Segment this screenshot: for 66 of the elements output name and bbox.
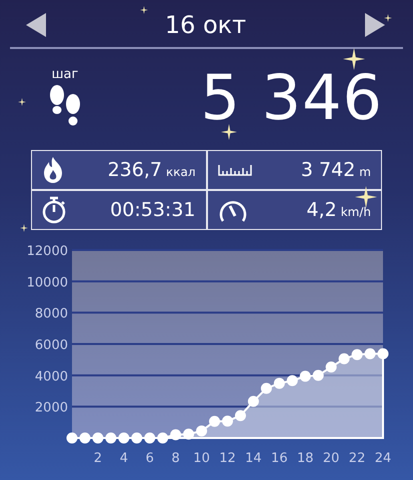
ruler-icon bbox=[218, 164, 252, 176]
data-point bbox=[248, 396, 259, 407]
data-point bbox=[105, 432, 116, 444]
data-point bbox=[274, 378, 285, 389]
sparkle-icon bbox=[384, 14, 392, 22]
x-axis-label: 12 bbox=[219, 451, 236, 466]
sparkle-icon bbox=[343, 48, 365, 70]
data-point bbox=[92, 432, 104, 444]
y-axis-label: 12000 bbox=[26, 244, 68, 259]
x-axis-label: 16 bbox=[271, 451, 288, 466]
data-point bbox=[352, 349, 363, 360]
steps-count: 5 346 bbox=[200, 66, 383, 129]
data-point bbox=[300, 370, 311, 382]
data-point bbox=[157, 432, 168, 444]
data-point bbox=[222, 416, 233, 427]
y-axis-label: 8000 bbox=[34, 306, 68, 322]
sparkle-icon bbox=[140, 6, 148, 14]
data-point bbox=[183, 428, 194, 440]
date-title: 16 окт bbox=[164, 10, 246, 39]
data-point bbox=[170, 429, 182, 440]
data-point bbox=[260, 382, 272, 394]
x-axis-label: 20 bbox=[322, 451, 340, 466]
stat-value: 00:53:31 bbox=[110, 199, 196, 221]
stat-unit: km/h bbox=[340, 205, 371, 219]
data-point bbox=[364, 348, 376, 360]
previous-arrow-icon[interactable] bbox=[26, 12, 46, 37]
steps-label: шаг bbox=[52, 67, 78, 82]
data-point bbox=[338, 353, 350, 364]
x-axis-label: 18 bbox=[296, 451, 314, 466]
data-point bbox=[131, 432, 142, 444]
next-arrow-icon[interactable] bbox=[364, 12, 385, 37]
sparkle-icon bbox=[221, 124, 237, 140]
data-point bbox=[326, 362, 337, 373]
stat-value: 3 742 bbox=[300, 159, 356, 181]
data-point bbox=[209, 416, 220, 427]
data-point bbox=[79, 432, 90, 444]
data-point bbox=[66, 432, 78, 444]
data-point bbox=[234, 410, 246, 422]
x-axis-label: 6 bbox=[146, 451, 154, 466]
x-axis-label: 4 bbox=[120, 451, 128, 466]
x-axis-label: 24 bbox=[374, 451, 392, 466]
x-axis-label: 2 bbox=[94, 451, 102, 466]
data-point bbox=[378, 348, 388, 360]
sparkle-icon bbox=[20, 224, 28, 232]
stat-value: 236,7 bbox=[108, 159, 162, 181]
y-axis-label: 4000 bbox=[34, 369, 68, 384]
stat-value: 4,2 bbox=[306, 199, 337, 221]
y-axis-label: 2000 bbox=[34, 400, 68, 416]
x-axis-label: 10 bbox=[193, 451, 210, 466]
footprints-icon bbox=[48, 84, 82, 128]
sparkle-icon bbox=[355, 186, 377, 208]
data-point bbox=[312, 370, 324, 381]
stopwatch-icon bbox=[42, 196, 66, 224]
x-axis-label: 8 bbox=[172, 451, 180, 466]
sparkle-icon bbox=[18, 98, 26, 106]
data-point bbox=[144, 432, 156, 444]
y-axis-label: 6000 bbox=[34, 338, 68, 353]
y-axis-label: 10000 bbox=[26, 275, 68, 290]
data-point bbox=[196, 425, 208, 436]
stat-unit: m bbox=[359, 165, 371, 179]
x-axis-label: 14 bbox=[245, 451, 262, 466]
data-point bbox=[118, 432, 130, 444]
data-point bbox=[286, 375, 298, 386]
stat-unit: ккал bbox=[166, 165, 196, 179]
flame-icon bbox=[42, 156, 64, 184]
x-axis-label: 22 bbox=[348, 451, 366, 466]
